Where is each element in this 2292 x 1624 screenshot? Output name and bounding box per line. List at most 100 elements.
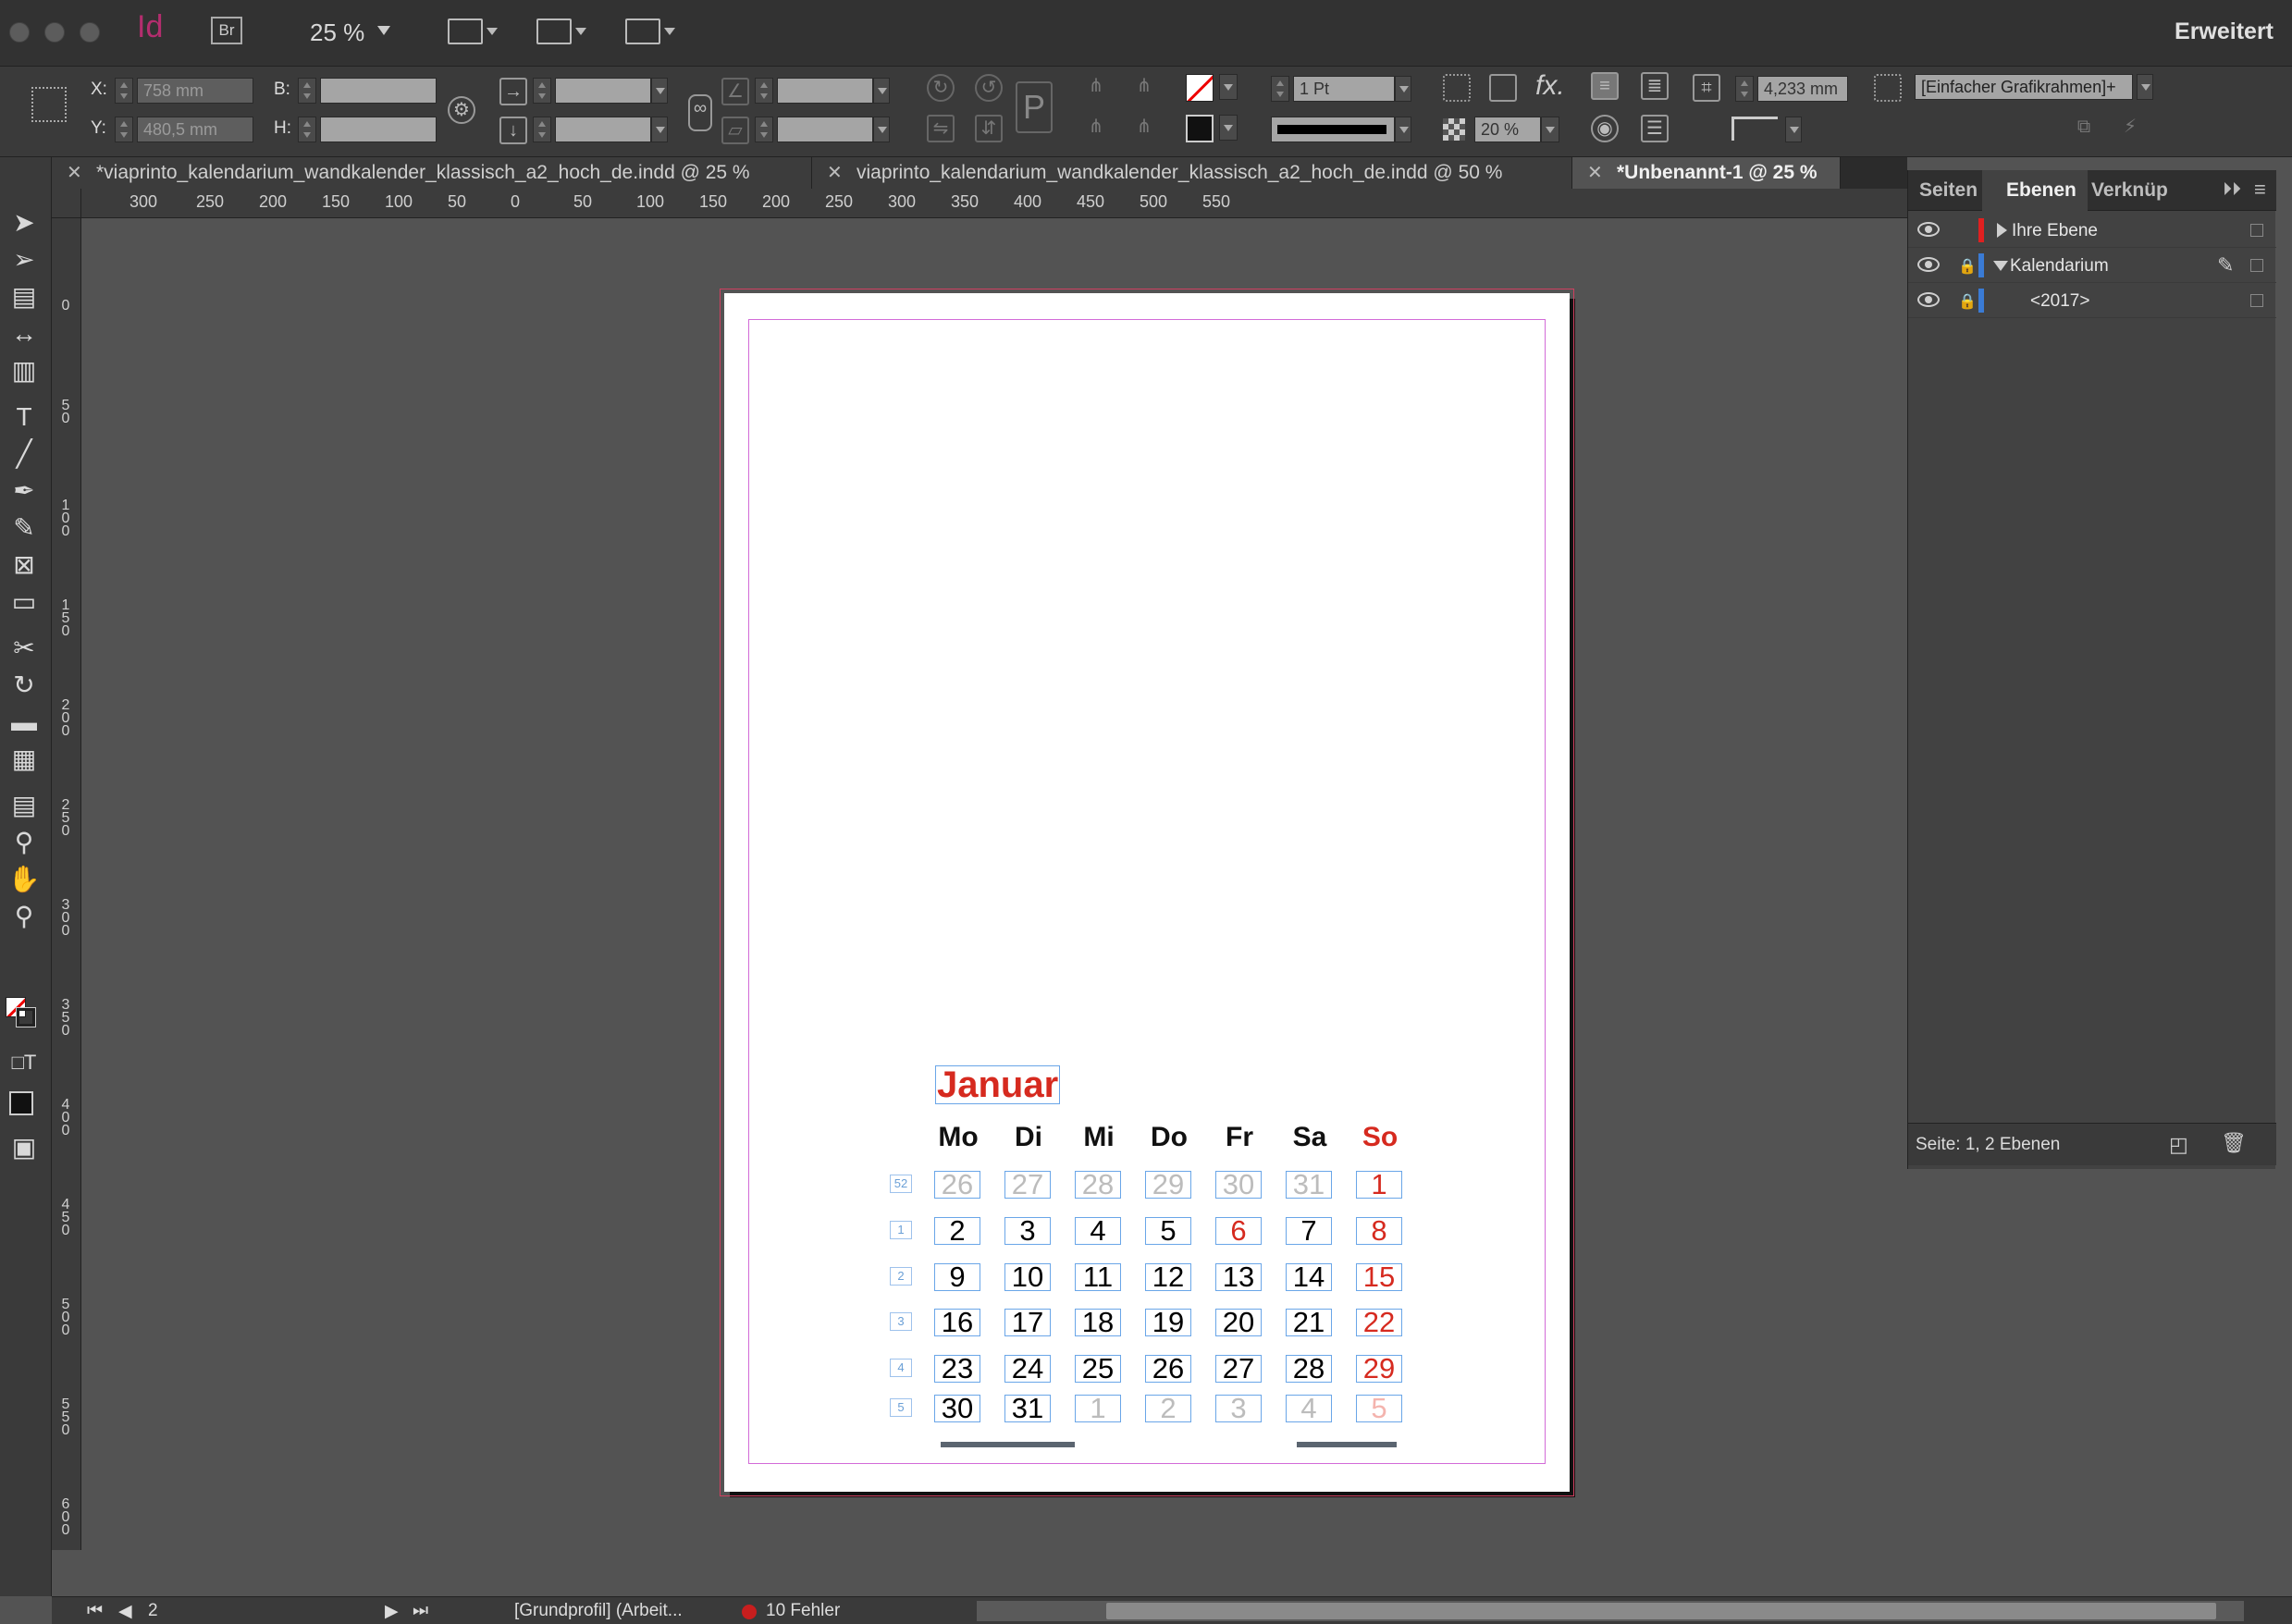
- type-tool-icon[interactable]: T: [4, 400, 44, 435]
- first-page-icon[interactable]: ⏮: [87, 1601, 103, 1621]
- calendar-day-cell[interactable]: 29: [1145, 1170, 1191, 1199]
- page-tool-icon[interactable]: ▤: [4, 279, 44, 314]
- calendar-day-cell[interactable]: 3: [1215, 1394, 1262, 1422]
- screen-mode-icon[interactable]: [536, 18, 572, 44]
- path-text-icon[interactable]: P: [1016, 81, 1053, 133]
- shear-stepper[interactable]: [755, 117, 773, 142]
- corner-shape-dropdown[interactable]: [1785, 117, 1802, 142]
- rotate-cw-icon[interactable]: ↻: [927, 74, 955, 102]
- shear-field[interactable]: [777, 117, 873, 142]
- scale-y-icon[interactable]: ↓: [499, 117, 527, 144]
- ruler-origin[interactable]: [52, 189, 81, 218]
- screen-mode-tool-icon[interactable]: ▣: [4, 1130, 44, 1165]
- select-previous-object-icon[interactable]: ⋔: [1130, 115, 1158, 142]
- close-window-button[interactable]: [9, 22, 30, 43]
- scale-y-stepper[interactable]: [533, 117, 551, 142]
- close-icon[interactable]: ✕: [827, 157, 843, 189]
- stroke-dropdown[interactable]: [1219, 115, 1238, 141]
- stroke-weight-stepper[interactable]: [1271, 76, 1289, 102]
- calendar-day-cell[interactable]: 2: [934, 1216, 980, 1245]
- x-field[interactable]: 758 mm: [137, 78, 253, 104]
- layer-selection-square[interactable]: [2250, 224, 2263, 237]
- line-tool-icon[interactable]: ╱: [4, 437, 44, 472]
- y-stepper[interactable]: [115, 117, 133, 142]
- week-number[interactable]: 5: [890, 1398, 912, 1417]
- quick-apply-icon[interactable]: ⚡: [2116, 115, 2144, 142]
- gradient-feather-tool-icon[interactable]: ▦: [4, 742, 44, 777]
- offset-stepper[interactable]: [1735, 76, 1754, 102]
- chevron-down-icon[interactable]: [575, 28, 586, 35]
- stroke-type-field[interactable]: [1271, 117, 1395, 142]
- pencil-tool-icon[interactable]: ✎: [4, 511, 44, 546]
- expand-triangle-icon[interactable]: [1997, 223, 2007, 238]
- free-transform-tool-icon[interactable]: ↻: [4, 668, 44, 703]
- eye-icon[interactable]: [1917, 292, 1940, 307]
- calendar-day-cell[interactable]: 24: [1004, 1354, 1051, 1383]
- lock-icon[interactable]: 🔒: [1958, 292, 1977, 310]
- calendar-day-cell[interactable]: 20: [1215, 1308, 1262, 1336]
- eye-icon[interactable]: [1917, 222, 1940, 237]
- panel-menu-icon[interactable]: ≡: [2254, 178, 2266, 202]
- week-number[interactable]: 52: [890, 1175, 912, 1193]
- scale-y-dropdown[interactable]: [651, 117, 668, 142]
- rotate-angle-icon[interactable]: ∠: [721, 78, 749, 105]
- object-style-dropdown[interactable]: [2137, 74, 2153, 100]
- chevron-down-icon[interactable]: [487, 28, 498, 35]
- calendar-day-cell[interactable]: 13: [1215, 1262, 1262, 1291]
- select-content-icon[interactable]: ⋔: [1082, 115, 1110, 142]
- horizontal-ruler[interactable]: 300 250 200 150 100 50 0 50 100 150 200 250 300 350 40…: [52, 189, 1907, 218]
- stroke-swatch-icon[interactable]: [1186, 115, 1214, 142]
- calendar-day-cell[interactable]: 4: [1286, 1394, 1332, 1422]
- clear-overrides-icon[interactable]: ⧉: [2070, 115, 2098, 142]
- stroke-color-icon[interactable]: [16, 1007, 36, 1027]
- lock-icon[interactable]: 🔒: [1958, 257, 1977, 275]
- calendar-day-cell[interactable]: 21: [1286, 1308, 1332, 1336]
- scale-x-field[interactable]: [555, 78, 651, 104]
- offset-field[interactable]: 4,233 mm: [1757, 76, 1848, 102]
- calendar-day-cell[interactable]: 12: [1145, 1262, 1191, 1291]
- formatting-affects-text-icon[interactable]: □T: [4, 1045, 44, 1080]
- scale-x-icon[interactable]: →: [499, 78, 527, 105]
- workspace-switcher[interactable]: Erweitert: [2175, 18, 2274, 45]
- tab-ebenen[interactable]: Ebenen: [1982, 170, 2088, 211]
- panel-collapse-icon[interactable]: ⏵⏵: [2223, 179, 2241, 201]
- bridge-button[interactable]: Br: [211, 17, 242, 44]
- calendar-day-cell[interactable]: 9: [934, 1262, 980, 1291]
- close-icon[interactable]: ✕: [1587, 157, 1603, 189]
- fx-icon[interactable]: fx.: [1535, 70, 1565, 102]
- height-field[interactable]: [320, 117, 437, 142]
- week-number[interactable]: 2: [890, 1267, 912, 1286]
- vertical-ruler[interactable]: 0 5 0 1 0 0 1 5 0 2 0 0 2 5 0 3 0 0 3 5 0 4 0 0 4…: [52, 218, 81, 1550]
- scrollbar-thumb[interactable]: [1106, 1603, 2216, 1619]
- calendar-day-cell[interactable]: 7: [1286, 1216, 1332, 1245]
- previous-page-icon[interactable]: ◀: [118, 1601, 132, 1622]
- reference-point-icon[interactable]: [31, 87, 67, 122]
- select-next-object-icon[interactable]: ⋔: [1130, 74, 1158, 102]
- rectangle-frame-tool-icon[interactable]: ⊠: [4, 547, 44, 583]
- calendar-day-cell[interactable]: 31: [1004, 1394, 1051, 1422]
- tab-document-2[interactable]: ✕ viaprinto_kalendarium_wandkalender_kla…: [812, 157, 1572, 189]
- text-wrap-jump-icon[interactable]: ☰: [1641, 115, 1669, 142]
- constrain-proportions-icon[interactable]: ⚙: [448, 96, 475, 124]
- tab-verknuepfungen[interactable]: Verknüp: [2080, 170, 2179, 211]
- content-collector-icon[interactable]: ▥: [4, 353, 44, 388]
- shear-angle-icon[interactable]: ▱: [721, 117, 749, 144]
- width-stepper[interactable]: [298, 78, 316, 104]
- eye-icon[interactable]: [1917, 257, 1940, 272]
- rotate-dropdown[interactable]: [873, 78, 890, 104]
- zoom-dropdown-icon[interactable]: [377, 26, 390, 35]
- trash-icon[interactable]: 🗑: [2221, 1131, 2247, 1155]
- layer-name[interactable]: Kalendarium: [2010, 256, 2109, 277]
- tab-document-1[interactable]: ✕ *viaprinto_kalendarium_wandkalender_kl…: [52, 157, 812, 189]
- layer-name[interactable]: Ihre Ebene: [2012, 221, 2098, 241]
- calendar-day-cell[interactable]: 26: [1145, 1354, 1191, 1383]
- rectangle-tool-icon[interactable]: ▭: [4, 584, 44, 620]
- fill-swatch-icon[interactable]: [1186, 74, 1214, 102]
- layer-name[interactable]: <2017>: [2030, 291, 2089, 312]
- height-stepper[interactable]: [298, 117, 316, 142]
- next-page-icon[interactable]: ▶: [385, 1601, 399, 1622]
- pen-tool-icon[interactable]: ✒: [4, 474, 44, 509]
- fitting-frame-icon[interactable]: ⌗: [1693, 74, 1720, 102]
- calendar-day-cell[interactable]: 2: [1145, 1394, 1191, 1422]
- minimize-window-button[interactable]: [44, 22, 65, 43]
